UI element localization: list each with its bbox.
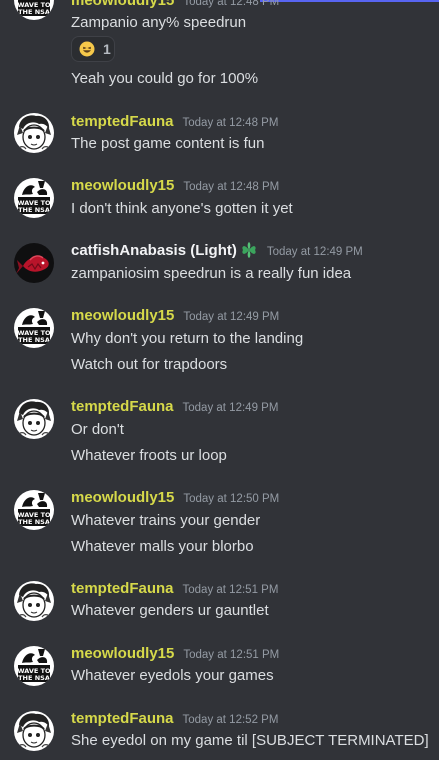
message-header: temptedFauna Today at 12:52 PM	[71, 710, 278, 730]
message-text: Why don't you return to the landing	[71, 330, 304, 347]
message-header: meowloudly15 Today at 12:50 PM	[71, 489, 279, 509]
reaction-count: 1	[103, 41, 111, 57]
timestamp: Today at 12:51 PM	[183, 649, 280, 661]
message-text: Whatever malls your blorbo	[71, 538, 254, 555]
sketch-face-avatar[interactable]	[14, 581, 54, 621]
message-text: Watch out for trapdoors	[71, 356, 228, 373]
timestamp: Today at 12:52 PM	[182, 714, 279, 726]
message-text: Whatever eyedols your games	[71, 667, 274, 684]
message-header: meowloudly15 Today at 12:48 PM	[71, 0, 279, 12]
grinning-face-icon	[79, 41, 95, 57]
username[interactable]: meowloudly15	[71, 307, 174, 324]
username[interactable]: temptedFauna	[71, 710, 174, 727]
svg-text:THE NSA: THE NSA	[18, 206, 50, 214]
message-text: Or don't	[71, 421, 124, 438]
svg-text:THE NSA: THE NSA	[18, 336, 50, 344]
wave-to-the-nsa-avatar[interactable]: WAVE TO THE NSA	[14, 0, 54, 20]
username[interactable]: catfishAnabasis (Light)	[71, 242, 237, 259]
sketch-face-avatar[interactable]	[14, 399, 54, 439]
timestamp: Today at 12:48 PM	[182, 117, 279, 129]
message-text: Whatever genders ur gauntlet	[71, 602, 269, 619]
username[interactable]: meowloudly15	[71, 645, 174, 662]
username[interactable]: meowloudly15	[71, 177, 174, 194]
message-text: I don't think anyone's gotten it yet	[71, 200, 293, 217]
wave-to-the-nsa-avatar[interactable]: WAVE TO THE NSA	[14, 308, 54, 348]
username[interactable]: temptedFauna	[71, 580, 174, 597]
svg-text:THE NSA: THE NSA	[18, 8, 50, 16]
message-text: The post game content is fun	[71, 135, 265, 152]
svg-text:THE NSA: THE NSA	[18, 674, 50, 682]
message-text: Whatever trains your gender	[71, 512, 261, 529]
username[interactable]: temptedFauna	[71, 113, 174, 130]
message-header: temptedFauna Today at 12:49 PM	[71, 398, 278, 418]
unread-bar	[260, 0, 439, 2]
reaction-button[interactable]: 1	[71, 36, 115, 62]
wave-to-the-nsa-avatar[interactable]: WAVE TO THE NSA	[14, 490, 54, 530]
timestamp: Today at 12:50 PM	[183, 493, 280, 505]
message-header: catfishAnabasis (Light) Today at 12:49 P…	[71, 242, 363, 262]
username[interactable]: temptedFauna	[71, 398, 174, 415]
message-text: Yeah you could go for 100%	[71, 70, 259, 87]
svg-text:THE NSA: THE NSA	[18, 518, 50, 526]
message-text: Zampanio any% speedrun	[71, 14, 247, 31]
message-header: meowloudly15 Today at 12:49 PM	[71, 307, 279, 327]
username[interactable]: meowloudly15	[71, 0, 174, 9]
message-header: meowloudly15 Today at 12:51 PM	[71, 645, 279, 665]
message-text: She eyedol on my game til [SUBJECT TERMI…	[71, 732, 429, 749]
message-header: temptedFauna Today at 12:48 PM	[71, 113, 278, 133]
timestamp: Today at 12:49 PM	[266, 246, 363, 258]
timestamp: Today at 12:49 PM	[183, 311, 280, 323]
timestamp: Today at 12:51 PM	[182, 584, 279, 596]
message-header: meowloudly15 Today at 12:48 PM	[71, 177, 279, 197]
red-fish-avatar[interactable]	[14, 243, 54, 283]
message-text: Whatever froots ur loop	[71, 447, 227, 464]
message-list: WAVE TO THE NSA meowloudly15 Today at 12:4…	[0, 0, 439, 760]
wave-to-the-nsa-avatar[interactable]: WAVE TO THE NSA	[14, 178, 54, 218]
sketch-face-avatar[interactable]	[14, 711, 54, 751]
sketch-face-avatar[interactable]	[14, 113, 54, 153]
green-leaf-icon	[240, 242, 258, 258]
timestamp: Today at 12:48 PM	[183, 0, 280, 8]
message-text: zampaniosim speedrun is a really fun ide…	[71, 265, 352, 282]
wave-to-the-nsa-avatar[interactable]: WAVE TO THE NSA	[14, 646, 54, 686]
message-header: temptedFauna Today at 12:51 PM	[71, 580, 278, 600]
username[interactable]: meowloudly15	[71, 489, 174, 506]
timestamp: Today at 12:48 PM	[183, 181, 280, 193]
timestamp: Today at 12:49 PM	[182, 402, 279, 414]
